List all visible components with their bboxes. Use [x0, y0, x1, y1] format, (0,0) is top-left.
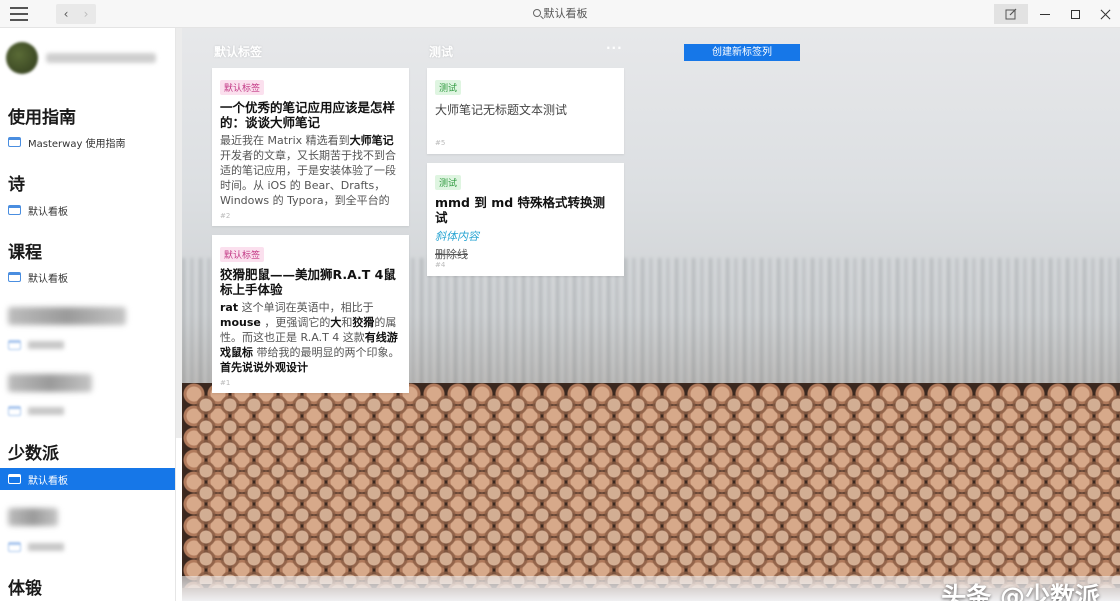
card-number: #5	[435, 139, 446, 147]
card-body: 大师笔记无标题文本测试	[435, 103, 568, 117]
card-number: #4	[435, 261, 446, 269]
card-tag: 测试	[435, 80, 462, 95]
sidebar-item-blurred[interactable]	[0, 536, 175, 558]
section-title-blurred	[8, 508, 58, 526]
card-number: #2	[220, 212, 231, 220]
username-blurred	[46, 53, 156, 63]
card-number: #1	[220, 379, 231, 387]
board-icon	[8, 137, 21, 147]
minimize-button[interactable]	[1030, 0, 1060, 28]
note-card[interactable]: 默认标签 一个优秀的笔记应用应该是怎样的：谈谈大师笔记 最近我在 Matrix …	[212, 68, 409, 226]
board-icon	[8, 406, 21, 416]
search-box[interactable]: 默认看板	[500, 6, 620, 22]
section-title: 少数派	[8, 444, 59, 464]
sidebar-item-sspai-board[interactable]: 默认看板	[0, 468, 175, 490]
column-more-icon[interactable]: ···	[606, 41, 623, 55]
board-area: 默认标签 默认标签 一个优秀的笔记应用应该是怎样的：谈谈大师笔记 最近我在 Ma…	[182, 28, 1120, 601]
sidebar-item-course-board[interactable]: 默认看板	[0, 266, 175, 288]
create-column-button[interactable]: 创建新标签列	[684, 44, 800, 61]
sidebar-item-label: 默认看板	[28, 273, 68, 285]
user-profile[interactable]	[6, 42, 156, 74]
board-icon	[8, 474, 21, 484]
board-icon	[8, 542, 21, 552]
sidebar-item-label: 默认看板	[28, 475, 68, 487]
section-title-blurred	[8, 374, 92, 392]
navigation-buttons: ‹ ›	[56, 4, 96, 24]
hamburger-menu-icon[interactable]	[10, 7, 28, 21]
column-title[interactable]: 默认标签	[214, 43, 262, 60]
compose-button[interactable]	[994, 4, 1028, 24]
forward-button[interactable]: ›	[76, 4, 96, 24]
section-title: 诗	[8, 175, 25, 195]
watermark: 头条 @少数派	[941, 582, 1100, 601]
card-italic-text: 斜体内容	[435, 230, 479, 243]
section-title: 使用指南	[8, 108, 76, 128]
sidebar-item-label-blurred	[28, 543, 64, 551]
column-title[interactable]: 测试	[429, 43, 453, 60]
note-card[interactable]: 测试 大师笔记无标题文本测试 #5	[427, 68, 624, 154]
card-title: 狡猾肥鼠——美加狮R.A.T 4鼠标上手体验	[220, 267, 396, 297]
title-bar: ‹ › 默认看板	[0, 0, 1120, 28]
sidebar-item-label-blurred	[28, 407, 64, 415]
section-title: 课程	[8, 243, 42, 263]
maximize-button[interactable]	[1060, 0, 1090, 28]
card-body: rat 这个单词在英语中，相比于 mouse ，更强调它的大和狡猾的属性。而这也…	[220, 301, 400, 374]
back-button[interactable]: ‹	[56, 4, 76, 24]
board-icon	[8, 340, 21, 350]
maximize-icon	[1070, 9, 1080, 19]
sidebar-item-blurred[interactable]	[0, 334, 175, 356]
section-title-blurred	[8, 307, 126, 325]
search-icon	[532, 9, 541, 17]
minimize-icon	[1040, 13, 1050, 15]
sidebar-item-masterway-guide[interactable]: Masterway 使用指南	[0, 131, 175, 153]
close-icon	[1100, 9, 1111, 20]
card-tag: 默认标签	[220, 80, 265, 95]
avatar	[6, 42, 38, 74]
card-title: mmd 到 md 特殊格式转换测试	[435, 195, 606, 225]
sidebar-item-label: Masterway 使用指南	[28, 138, 126, 150]
sidebar-item-poem-board[interactable]: 默认看板	[0, 199, 175, 221]
logs-background-detail	[194, 394, 1120, 584]
board-icon	[8, 272, 21, 282]
search-text: 默认看板	[543, 7, 588, 20]
sidebar-item-label-blurred	[28, 341, 64, 349]
card-title: 一个优秀的笔记应用应该是怎样的：谈谈大师笔记	[220, 100, 396, 130]
close-button[interactable]	[1090, 0, 1120, 28]
section-title: 体锻	[8, 579, 42, 599]
card-tag: 默认标签	[220, 247, 265, 262]
note-card[interactable]: 默认标签 狡猾肥鼠——美加狮R.A.T 4鼠标上手体验 rat 这个单词在英语中…	[212, 235, 409, 393]
edit-icon	[1005, 8, 1016, 20]
sidebar-item-blurred[interactable]	[0, 400, 175, 422]
card-body: 最近我在 Matrix 精选看到大师笔记开发者的文章，又长期苦于找不到合适的笔记…	[220, 134, 396, 207]
card-tag: 测试	[435, 175, 462, 190]
card-strike-text: 删除线	[435, 248, 468, 261]
sidebar: 使用指南 Masterway 使用指南 诗 默认看板 课程 默认看板 少数派 默…	[0, 28, 176, 601]
sidebar-item-label: 默认看板	[28, 206, 68, 218]
note-card[interactable]: 测试 mmd 到 md 特殊格式转换测试 斜体内容 删除线 #4	[427, 163, 624, 276]
board-icon	[8, 205, 21, 215]
